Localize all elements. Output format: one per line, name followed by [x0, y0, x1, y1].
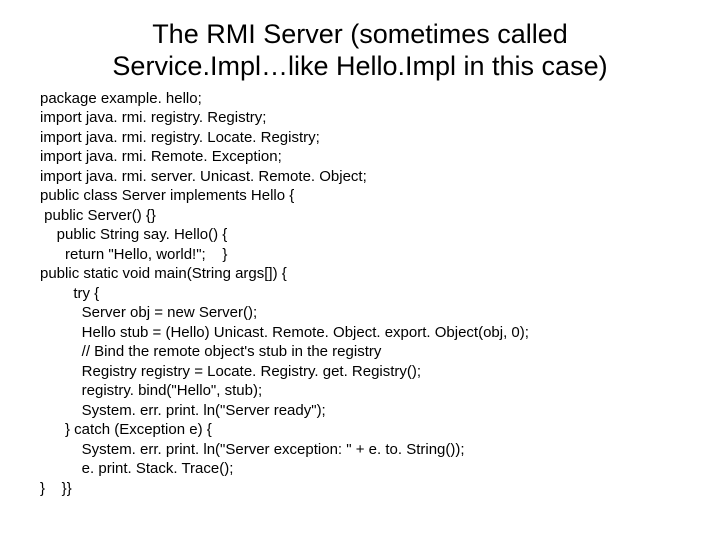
code-line: public Server() {}	[40, 206, 680, 226]
code-line: // Bind the remote object's stub in the …	[40, 342, 680, 362]
code-line: package example. hello;	[40, 89, 680, 109]
code-line: } catch (Exception e) {	[40, 420, 680, 440]
title-line-1: The RMI Server (sometimes called	[152, 19, 568, 49]
code-line: import java. rmi. registry. Locate. Regi…	[40, 128, 680, 148]
code-line: registry. bind("Hello", stub);	[40, 381, 680, 401]
code-line: import java. rmi. server. Unicast. Remot…	[40, 167, 680, 187]
code-line: e. print. Stack. Trace();	[40, 459, 680, 479]
code-line: System. err. print. ln("Server exception…	[40, 440, 680, 460]
slide: The RMI Server (sometimes called Service…	[0, 0, 720, 540]
code-line: return "Hello, world!"; }	[40, 245, 680, 265]
title-line-2: Service.Impl…like Hello.Impl in this cas…	[112, 51, 607, 81]
code-line: public String say. Hello() {	[40, 225, 680, 245]
code-line: Hello stub = (Hello) Unicast. Remote. Ob…	[40, 323, 680, 343]
code-line: } }}	[40, 479, 680, 499]
slide-title: The RMI Server (sometimes called Service…	[40, 18, 680, 83]
code-line: public static void main(String args[]) {	[40, 264, 680, 284]
code-line: import java. rmi. registry. Registry;	[40, 108, 680, 128]
code-line: try {	[40, 284, 680, 304]
code-line: public class Server implements Hello {	[40, 186, 680, 206]
code-line: Server obj = new Server();	[40, 303, 680, 323]
code-line: System. err. print. ln("Server ready");	[40, 401, 680, 421]
code-line: import java. rmi. Remote. Exception;	[40, 147, 680, 167]
code-block: package example. hello;import java. rmi.…	[40, 89, 680, 499]
code-line: Registry registry = Locate. Registry. ge…	[40, 362, 680, 382]
